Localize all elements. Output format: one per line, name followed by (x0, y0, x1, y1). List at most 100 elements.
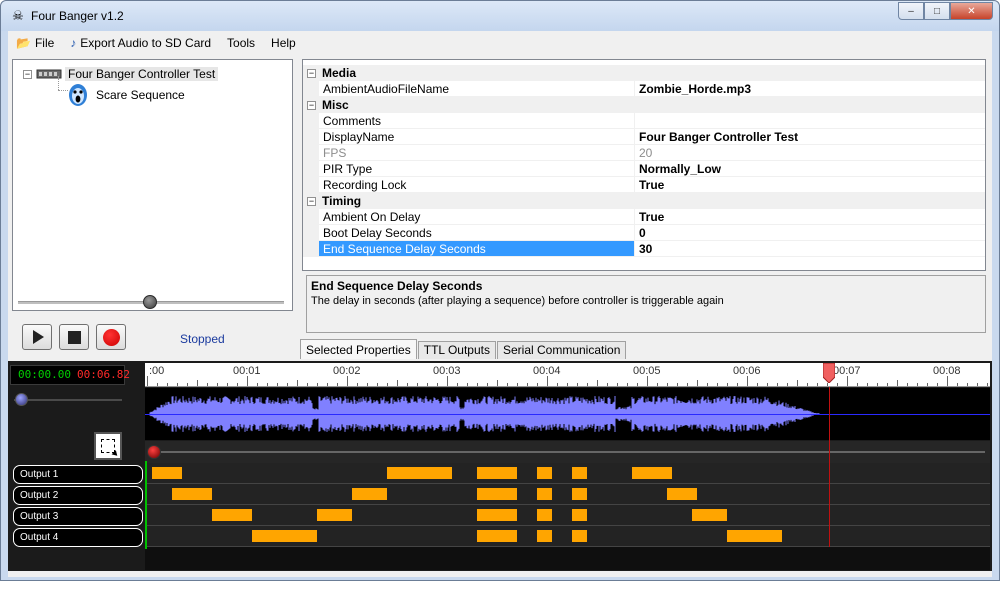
property-name: PIR Type (319, 161, 635, 177)
property-value[interactable]: Zombie_Horde.mp3 (635, 81, 985, 97)
zoom-slider-thumb[interactable] (15, 393, 28, 406)
category-misc[interactable]: − Misc (303, 97, 985, 113)
output-on-block[interactable] (212, 509, 252, 521)
scrubber-thumb[interactable] (147, 445, 161, 459)
output-on-block[interactable] (667, 488, 697, 500)
category-collapse-toggle[interactable]: − (307, 196, 316, 206)
tree-collapse-toggle[interactable]: − (23, 69, 32, 79)
output-on-block[interactable] (692, 509, 727, 521)
property-row[interactable]: AmbientAudioFileName Zombie_Horde.mp3 (303, 81, 985, 97)
output-on-block[interactable] (352, 488, 387, 500)
menu-file[interactable]: 📂 File (8, 32, 62, 54)
output-track-1[interactable] (145, 463, 990, 484)
property-row[interactable]: Recording Lock True (303, 177, 985, 193)
ruler-minor-tick (587, 383, 588, 386)
output-track-4[interactable] (145, 526, 990, 547)
property-row[interactable]: Boot Delay Seconds 0 (303, 225, 985, 241)
output-4-label[interactable]: Output 4 (13, 528, 143, 547)
ruler-minor-tick (977, 383, 978, 386)
output-on-block[interactable] (477, 530, 517, 542)
property-row: FPS 20 (303, 145, 985, 161)
output-on-block[interactable] (537, 509, 552, 521)
time-ruler[interactable]: :00 00:01 00:02 00:03 00:04 00:05 00:06 00:07 00… (145, 363, 990, 387)
menu-export[interactable]: ♪ Export Audio to SD Card (62, 32, 219, 54)
output-on-block[interactable] (537, 467, 552, 479)
ruler-minor-tick (197, 380, 198, 386)
output-on-block[interactable] (572, 467, 587, 479)
audio-waveform[interactable] (145, 388, 990, 440)
output-on-block[interactable] (537, 530, 552, 542)
property-value[interactable]: Four Banger Controller Test (635, 129, 985, 145)
maximize-button[interactable]: □ (924, 2, 950, 20)
tree-item-scare-sequence[interactable]: Scare Sequence (68, 82, 185, 108)
volume-slider[interactable] (18, 295, 284, 309)
category-collapse-toggle[interactable]: − (307, 100, 316, 110)
category-media[interactable]: − Media (303, 65, 985, 81)
record-button[interactable] (96, 324, 126, 350)
output-on-block[interactable] (632, 467, 672, 479)
output-1-label[interactable]: Output 1 (13, 465, 143, 484)
output-on-block[interactable] (387, 467, 452, 479)
property-value[interactable]: 0 (635, 225, 985, 241)
waveform-centerline (145, 414, 990, 415)
property-value[interactable] (635, 113, 985, 129)
ruler-minor-tick (807, 383, 808, 386)
output-2-label[interactable]: Output 2 (13, 486, 143, 505)
category-collapse-toggle[interactable]: − (307, 68, 316, 78)
property-value[interactable]: True (635, 177, 985, 193)
close-button[interactable]: ✕ (950, 2, 993, 20)
menu-help[interactable]: Help (263, 32, 304, 54)
minimize-button[interactable]: – (898, 2, 924, 20)
output-on-block[interactable] (572, 488, 587, 500)
output-on-block[interactable] (727, 530, 782, 542)
position-scrubber[interactable] (145, 441, 990, 463)
stop-icon (67, 330, 81, 344)
tab-selected-properties[interactable]: Selected Properties (300, 339, 417, 359)
stop-button[interactable] (59, 324, 89, 350)
output-tracks[interactable] (145, 463, 990, 570)
tab-serial-communication[interactable]: Serial Communication (496, 341, 627, 359)
output-on-block[interactable] (252, 530, 317, 542)
property-row[interactable]: DisplayName Four Banger Controller Test (303, 129, 985, 145)
output-track-2[interactable] (145, 484, 990, 505)
output-on-block[interactable] (477, 488, 517, 500)
ruler-major-tick (247, 376, 248, 386)
property-gutter (303, 241, 319, 257)
title-bar[interactable]: ☠ Four Banger v1.2 – □ ✕ (1, 1, 999, 31)
volume-slider-thumb[interactable] (143, 295, 157, 309)
play-button[interactable] (22, 324, 52, 350)
output-on-block[interactable] (477, 467, 517, 479)
output-track-3[interactable] (145, 505, 990, 526)
property-row-selected[interactable]: End Sequence Delay Seconds 30 (303, 241, 985, 257)
property-row[interactable]: Comments (303, 113, 985, 129)
ruler-time-label: 00:06 (733, 365, 761, 377)
playhead-marker[interactable] (823, 363, 835, 383)
output-3-label[interactable]: Output 3 (13, 507, 143, 526)
output-on-block[interactable] (172, 488, 212, 500)
output-on-block[interactable] (152, 467, 182, 479)
tab-ttl-outputs[interactable]: TTL Outputs (417, 341, 496, 359)
menu-tools[interactable]: Tools (219, 32, 263, 54)
tree-item-controller[interactable]: − Four Banger Controller Test (23, 64, 219, 84)
property-name: Comments (319, 113, 635, 129)
property-value[interactable]: True (635, 209, 985, 225)
output-on-block[interactable] (572, 509, 587, 521)
ruler-time-label: 00:05 (633, 365, 661, 377)
output-on-block[interactable] (317, 509, 352, 521)
category-timing[interactable]: − Timing (303, 193, 985, 209)
property-value[interactable]: 30 (635, 241, 985, 257)
ruler-minor-tick (237, 383, 238, 386)
property-value[interactable]: Normally_Low (635, 161, 985, 177)
output-on-block[interactable] (537, 488, 552, 500)
ruler-minor-tick (527, 383, 528, 386)
ruler-minor-tick (617, 383, 618, 386)
property-row[interactable]: PIR Type Normally_Low (303, 161, 985, 177)
ruler-minor-tick (627, 383, 628, 386)
output-on-block[interactable] (572, 530, 587, 542)
window-title: Four Banger v1.2 (31, 9, 124, 23)
selection-tool-button[interactable] (94, 432, 122, 460)
zoom-slider-track[interactable] (14, 399, 122, 401)
property-row[interactable]: Ambient On Delay True (303, 209, 985, 225)
ruler-minor-tick (497, 380, 498, 386)
output-on-block[interactable] (477, 509, 517, 521)
